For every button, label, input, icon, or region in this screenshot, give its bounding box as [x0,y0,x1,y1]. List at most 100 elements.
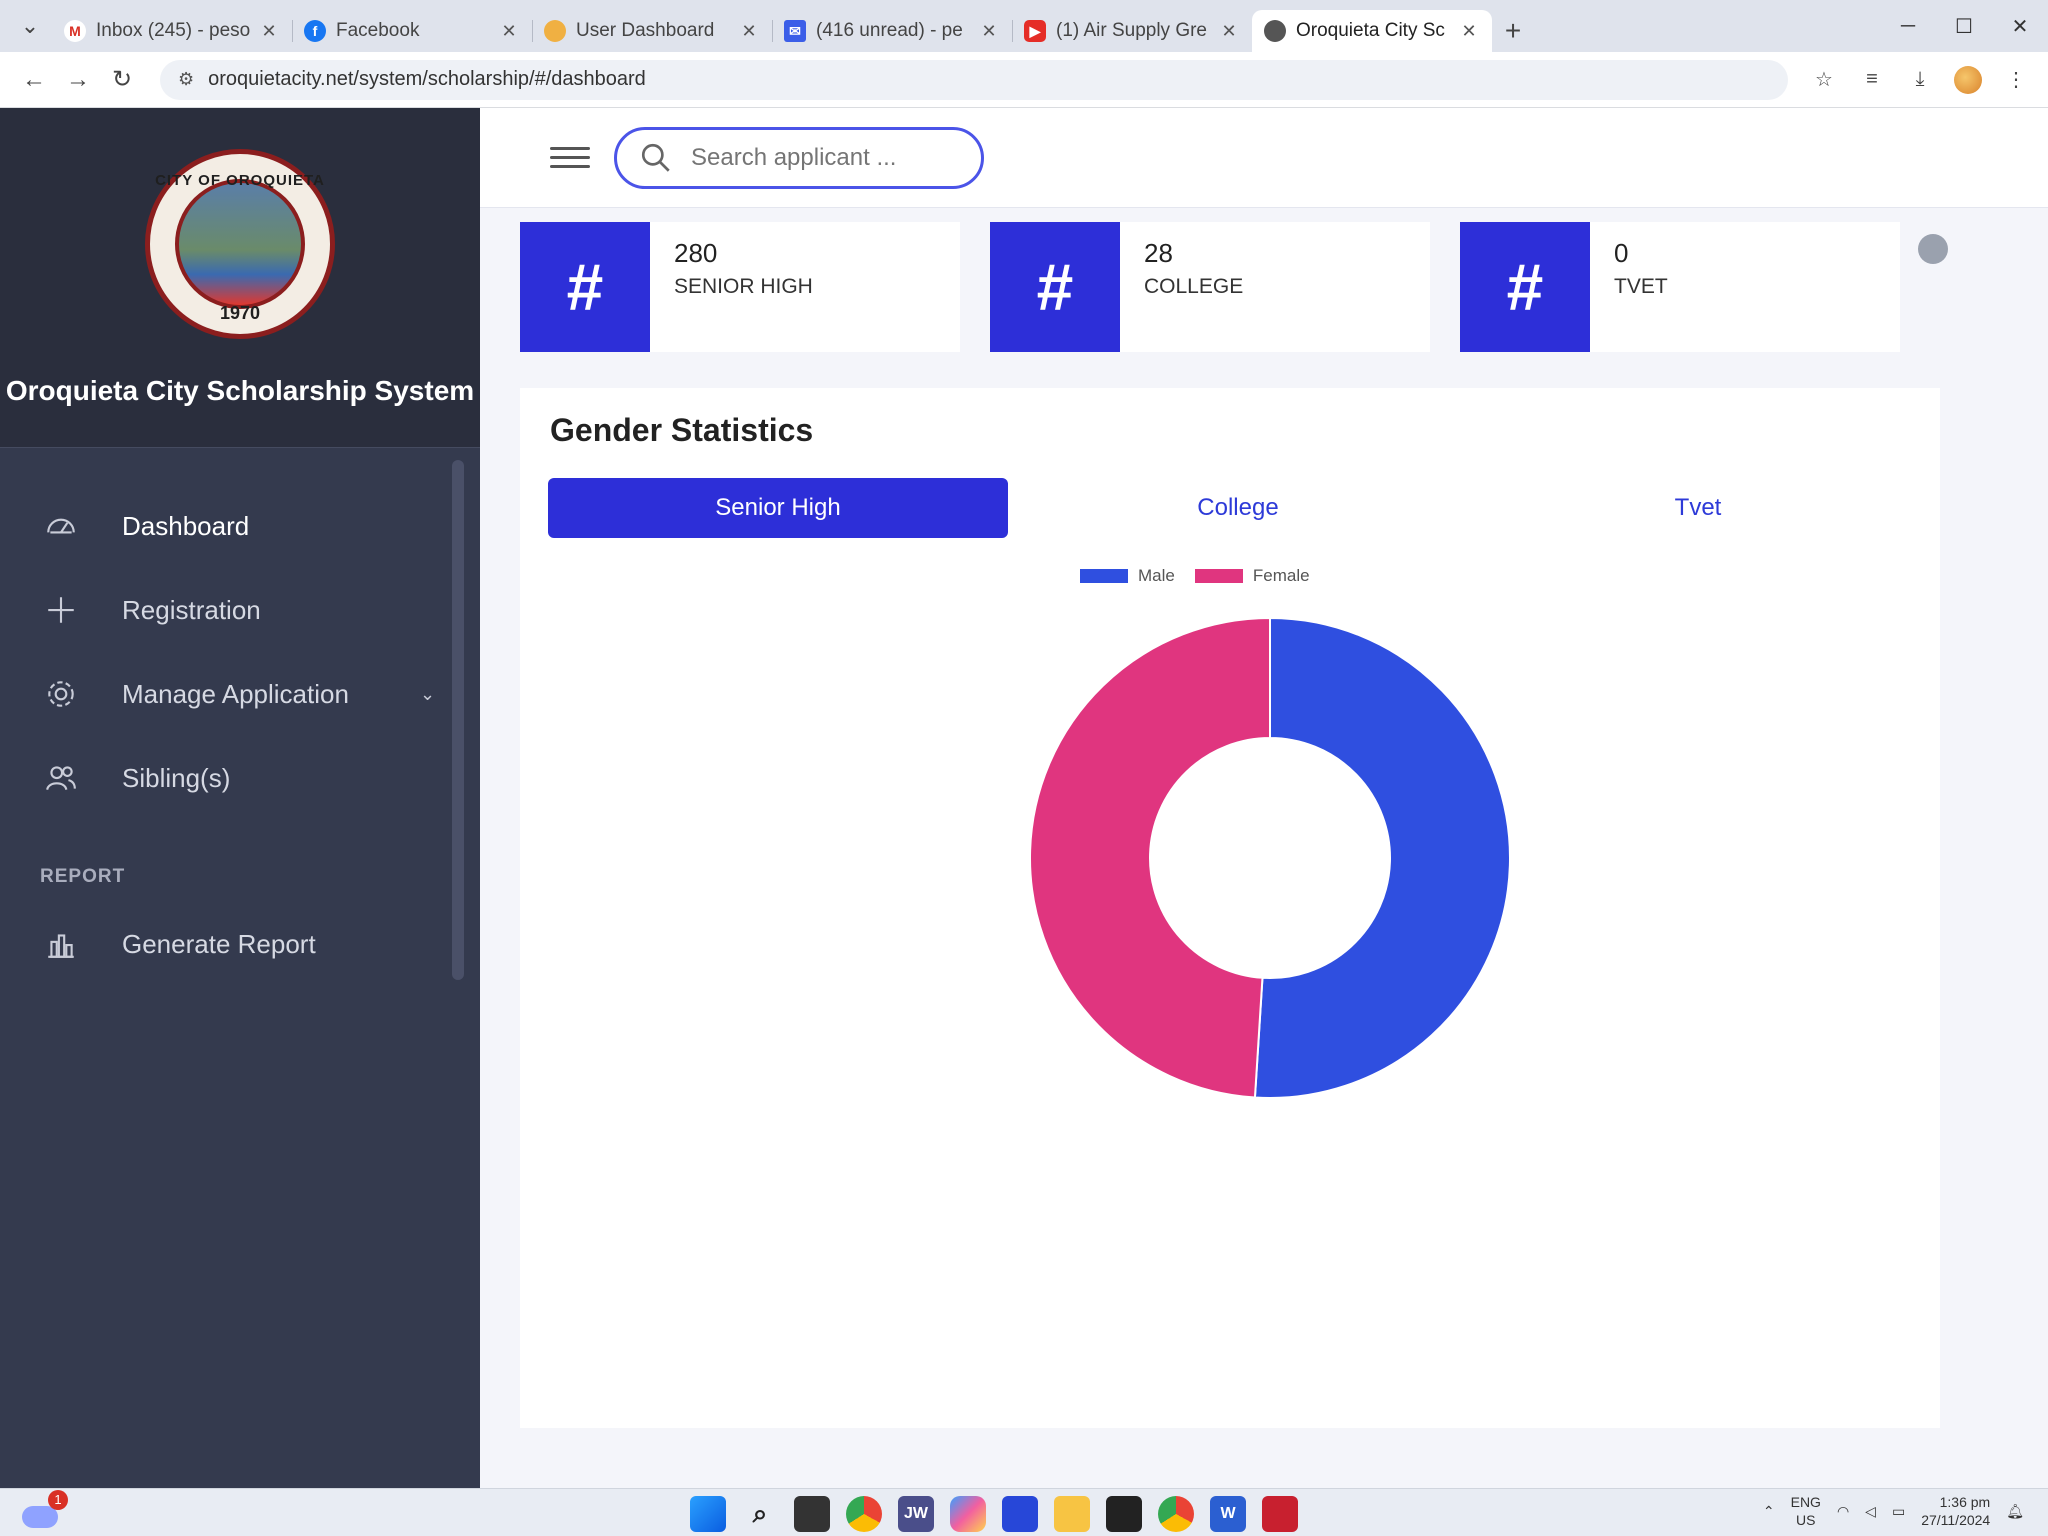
sidebar-scrollbar[interactable] [452,460,464,980]
forward-icon[interactable]: → [56,58,100,102]
hamburger-menu-icon[interactable] [550,138,590,178]
mcafee-icon[interactable] [1262,1496,1298,1532]
language-top: ENG [1790,1494,1821,1510]
tab-senior-high[interactable]: Senior High [548,478,1008,538]
youtube-icon: ▶ [1024,20,1046,42]
copilot-icon[interactable] [950,1496,986,1532]
page-content: CITY OF OROQUIETA 1970 Oroquieta City Sc… [0,108,2048,1488]
site-icon [544,20,566,42]
site-icon [1264,20,1286,42]
donut-slice-male[interactable] [1253,616,1511,1099]
more-menu-icon[interactable]: ⋮ [1996,60,2036,100]
chevron-up-icon[interactable]: ⌃ [1763,1503,1775,1520]
search-input[interactable] [691,143,951,172]
stat-label: TVET [1614,275,1668,298]
search-box[interactable] [614,126,984,189]
stat-value: 28 [1144,238,1173,268]
close-icon[interactable]: ✕ [1458,20,1480,42]
search-icon [641,143,670,172]
sidebar-item-label: Generate Report [122,928,316,959]
time-text: 1:36 pm [1939,1494,1991,1510]
tab-title: (1) Air Supply Gre [1056,20,1207,41]
gmail-icon: M [64,20,86,42]
chrome-icon[interactable] [846,1496,882,1532]
task-view-icon[interactable] [794,1496,830,1532]
language-indicator[interactable]: ENG US [1791,1493,1821,1529]
url-field[interactable]: ⚙ oroquietacity.net/system/scholarship/#… [160,59,1788,100]
notification-bell-icon[interactable]: 🔔︎ [2006,1503,2024,1520]
tab-search-chevron-icon[interactable]: ⌄ [8,6,52,46]
browser-tab[interactable]: ▶ (1) Air Supply Gre ✕ [1012,10,1252,52]
battery-icon[interactable]: ▭ [1892,1503,1905,1520]
sidebar-item-manage-application[interactable]: Manage Application ⌄ [0,652,480,736]
browser-tab[interactable]: User Dashboard ✕ [532,10,772,52]
sidebar-item-siblings[interactable]: Sibling(s) [0,736,480,820]
browser-tab-active[interactable]: Oroquieta City Sc ✕ [1252,10,1492,52]
clock[interactable]: 1:36 pm 27/11/2024 [1921,1493,1990,1529]
notification-badge: 1 [48,1489,68,1510]
close-window-icon[interactable]: ✕ [1992,14,2048,39]
legend-swatch-male [1080,569,1128,583]
site-info-icon[interactable]: ⚙ [178,69,194,90]
seal-top-text: CITY OF OROQUIETA [155,171,325,189]
users-icon [40,757,82,799]
browser-toolbar-icons: ☆ ≡ ⤓ ⋮ [1804,60,2036,100]
tab-title: (416 unread) - pe [816,20,963,41]
browser-tab[interactable]: M Inbox (245) - peso ✕ [52,10,292,52]
date-text: 27/11/2024 [1921,1512,1991,1528]
weather-widget-icon[interactable]: 1 [22,1489,68,1530]
sidebar-item-registration[interactable]: Registration [0,568,480,652]
close-icon[interactable]: ✕ [498,20,520,42]
close-icon[interactable]: ✕ [738,20,760,42]
browser-tab[interactable]: f Facebook ✕ [292,10,532,52]
profile-avatar[interactable] [1954,65,1982,94]
sidebar-item-label: Registration [122,594,261,625]
new-tab-button[interactable]: + [1492,10,1534,52]
close-icon[interactable]: ✕ [978,20,1000,42]
search-icon[interactable]: ⌕ [742,1496,778,1532]
chrome-icon[interactable] [1158,1496,1194,1532]
tab-title: User Dashboard [576,20,715,41]
gear-icon [40,673,82,715]
tab-tvet[interactable]: Tvet [1468,478,1928,538]
app-icon[interactable] [1002,1496,1038,1532]
volume-icon[interactable]: ◁ [1865,1503,1876,1520]
seal-year-text: 1970 [219,302,261,323]
sidebar-item-dashboard[interactable]: Dashboard [0,484,480,568]
word-icon[interactable]: W [1210,1496,1246,1532]
hash-icon: # [520,222,650,352]
plus-icon [40,589,82,631]
tab-college[interactable]: College [1008,478,1468,538]
chart-title: Gender Statistics [550,412,814,448]
donut-slice-female[interactable] [1029,616,1271,1099]
wifi-icon[interactable]: ◠ [1837,1503,1849,1520]
window-controls: ─ ☐ ✕ [1880,0,2048,52]
media-control-icon[interactable]: ≡ [1852,60,1892,100]
stat-label: SENIOR HIGH [674,275,813,298]
city-seal-logo: CITY OF OROQUIETA 1970 [145,148,335,339]
stat-value: 0 [1614,238,1629,268]
close-icon[interactable]: ✕ [1218,20,1240,42]
address-bar: ← → ↻ ⚙ oroquietacity.net/system/scholar… [0,52,2048,108]
reload-icon[interactable]: ↻ [100,58,144,102]
close-icon[interactable]: ✕ [258,20,280,42]
top-bar [480,108,2048,208]
maximize-icon[interactable]: ☐ [1936,14,1992,39]
download-icon[interactable]: ⤓ [1900,60,1940,100]
gender-statistics-card: Gender Statistics Senior High College Tv… [520,388,1940,1428]
file-explorer-icon[interactable] [1054,1496,1090,1532]
gender-donut-chart [1029,616,1511,1099]
legend-swatch-female [1194,569,1243,583]
stat-card-college: # 28 COLLEGE [990,222,1430,352]
bookmark-star-icon[interactable]: ☆ [1804,60,1844,100]
back-icon[interactable]: ← [12,58,56,102]
chevron-down-icon: ⌄ [420,683,436,704]
sticky-notes-icon[interactable] [1106,1496,1142,1532]
windows-start-icon[interactable] [690,1496,726,1532]
sidebar-item-generate-report[interactable]: Generate Report [0,902,480,986]
browser-tab[interactable]: ✉ (416 unread) - pe ✕ [772,10,1012,52]
stat-card-senior-high: # 280 SENIOR HIGH [520,222,960,352]
minimize-icon[interactable]: ─ [1880,15,1936,38]
jw-icon[interactable]: JW [898,1496,934,1532]
dashboard-gauge-icon [40,505,82,547]
